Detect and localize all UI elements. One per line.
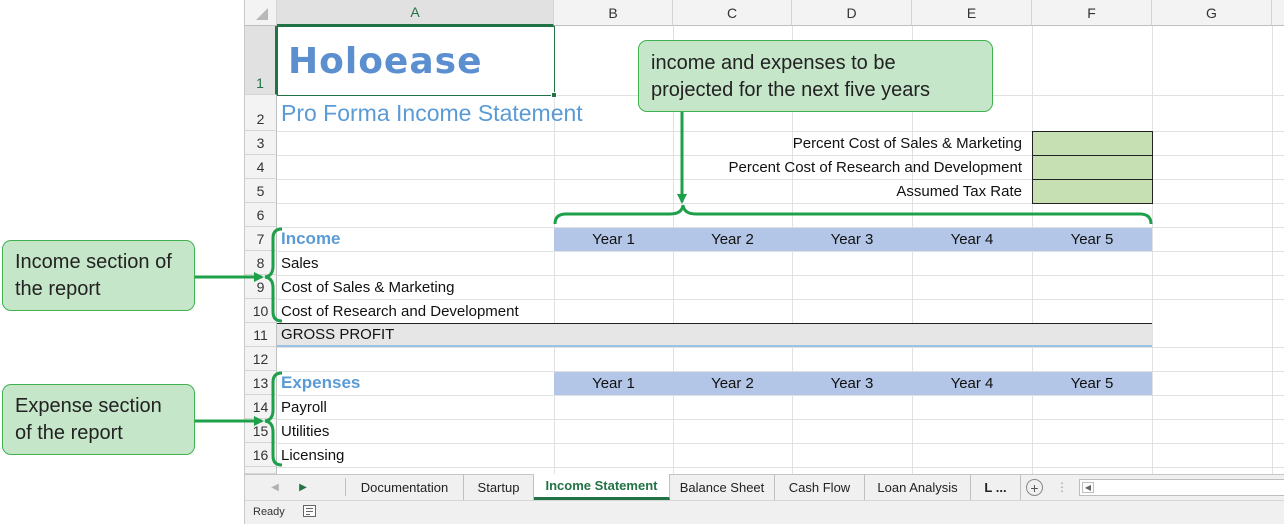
add-sheet-button[interactable]: + bbox=[1026, 479, 1043, 496]
callout-expense-text: Expense section of the report bbox=[15, 395, 162, 444]
page-title: Holoease bbox=[288, 40, 483, 82]
column-header-filler bbox=[1272, 0, 1284, 26]
tab-documentation[interactable]: Documentation bbox=[346, 474, 464, 500]
triangle-left-icon: ◀ bbox=[271, 481, 279, 493]
splitter-handle-icon[interactable]: ⋮ bbox=[1056, 477, 1068, 497]
macro-record-icon[interactable] bbox=[303, 505, 316, 517]
horizontal-scrollbar[interactable]: ◀ bbox=[1079, 479, 1284, 496]
row-header-12[interactable]: 12 bbox=[245, 347, 277, 371]
column-header-a[interactable]: A bbox=[277, 0, 554, 26]
row-header-13[interactable]: 13 bbox=[245, 371, 277, 395]
expense-year-4[interactable]: Year 4 bbox=[912, 372, 1032, 395]
expense-year-2[interactable]: Year 2 bbox=[673, 372, 792, 395]
status-ready: Ready bbox=[253, 506, 285, 518]
gridline-h bbox=[277, 347, 1284, 348]
row-header-6[interactable]: 6 bbox=[245, 203, 277, 227]
tab-cash-flow[interactable]: Cash Flow bbox=[775, 474, 865, 500]
expense-year-3[interactable]: Year 3 bbox=[792, 372, 912, 395]
scroll-tabs-right-button[interactable]: ▶ bbox=[293, 474, 313, 500]
column-header-c[interactable]: C bbox=[673, 0, 792, 26]
tab-balance-sheet[interactable]: Balance Sheet bbox=[670, 474, 775, 500]
column-header-g[interactable]: G bbox=[1152, 0, 1272, 26]
row-header-14[interactable]: 14 bbox=[245, 395, 277, 419]
tab-income-statement[interactable]: Income Statement bbox=[534, 474, 670, 500]
income-year-5[interactable]: Year 5 bbox=[1032, 228, 1152, 251]
assumption-label-tax-rate[interactable]: Assumed Tax Rate bbox=[555, 179, 1022, 203]
income-item-rnd[interactable]: Cost of Research and Development bbox=[281, 299, 553, 323]
income-year-4[interactable]: Year 4 bbox=[912, 228, 1032, 251]
callout-expense-section: Expense section of the report bbox=[2, 384, 195, 455]
expense-item-licensing[interactable]: Licensing bbox=[281, 443, 553, 467]
triangle-right-icon: ▶ bbox=[299, 481, 307, 493]
input-cell-sales-marketing-pct[interactable] bbox=[1032, 131, 1153, 156]
tab-more-sheets[interactable]: L ... bbox=[971, 474, 1021, 500]
scroll-tabs-left-button[interactable]: ◀ bbox=[265, 474, 285, 500]
expense-year-5[interactable]: Year 5 bbox=[1032, 372, 1152, 395]
row-header-10[interactable]: 10 bbox=[245, 299, 277, 323]
input-cell-rnd-pct[interactable] bbox=[1032, 155, 1153, 180]
income-year-2[interactable]: Year 2 bbox=[673, 228, 792, 251]
callout-projection-years: income and expenses to be projected for … bbox=[638, 40, 993, 112]
scroll-left-arrow-icon[interactable]: ◀ bbox=[1082, 482, 1094, 493]
column-header-b[interactable]: B bbox=[554, 0, 673, 26]
income-item-sales[interactable]: Sales bbox=[281, 251, 553, 275]
callout-projection-text: income and expenses to be projected for … bbox=[651, 52, 931, 101]
row-header-1[interactable]: 1 bbox=[245, 26, 277, 95]
expense-year-1[interactable]: Year 1 bbox=[554, 372, 673, 395]
gridline-h bbox=[277, 467, 1284, 468]
tab-loan-analysis[interactable]: Loan Analysis bbox=[865, 474, 971, 500]
column-header-e[interactable]: E bbox=[912, 0, 1032, 26]
row-header-9[interactable]: 9 bbox=[245, 275, 277, 299]
row-header-3[interactable]: 3 bbox=[245, 131, 277, 155]
gridline-v bbox=[1272, 26, 1273, 474]
gross-profit-label: GROSS PROFIT bbox=[281, 326, 395, 343]
row-header-filler bbox=[245, 467, 277, 474]
income-year-1[interactable]: Year 1 bbox=[554, 228, 673, 251]
select-all-corner[interactable] bbox=[245, 0, 277, 26]
income-year-3[interactable]: Year 3 bbox=[792, 228, 912, 251]
page-subtitle: Pro Forma Income Statement bbox=[281, 100, 583, 126]
expenses-heading[interactable]: Expenses bbox=[281, 371, 551, 395]
row-header-7[interactable]: 7 bbox=[245, 227, 277, 251]
assumption-label-rnd[interactable]: Percent Cost of Research and Development bbox=[555, 155, 1023, 179]
tab-startup[interactable]: Startup bbox=[464, 474, 534, 500]
expense-item-utilities[interactable]: Utilities bbox=[281, 419, 553, 443]
select-all-triangle-icon bbox=[255, 7, 268, 20]
input-cell-tax-rate[interactable] bbox=[1032, 179, 1153, 204]
expense-item-payroll[interactable]: Payroll bbox=[281, 395, 553, 419]
plus-icon: + bbox=[1030, 479, 1039, 496]
row-header-8[interactable]: 8 bbox=[245, 251, 277, 275]
row-header-4[interactable]: 4 bbox=[245, 155, 277, 179]
callout-income-section: Income section of the report bbox=[2, 240, 195, 311]
income-item-sales-marketing[interactable]: Cost of Sales & Marketing bbox=[281, 275, 553, 299]
status-bar bbox=[245, 500, 1284, 524]
row-header-5[interactable]: 5 bbox=[245, 179, 277, 203]
column-header-d[interactable]: D bbox=[792, 0, 912, 26]
callout-income-text: Income section of the report bbox=[15, 251, 172, 300]
cell-a1-title[interactable]: Holoease bbox=[277, 26, 555, 96]
row-header-16[interactable]: 16 bbox=[245, 443, 277, 467]
row-header-11[interactable]: 11 bbox=[245, 323, 277, 347]
column-header-f[interactable]: F bbox=[1032, 0, 1152, 26]
gridline-v bbox=[1152, 26, 1153, 474]
income-heading[interactable]: Income bbox=[281, 227, 551, 251]
assumption-label-sales-marketing[interactable]: Percent Cost of Sales & Marketing bbox=[555, 131, 1022, 155]
row-header-15[interactable]: 15 bbox=[245, 419, 277, 443]
row-header-2[interactable]: 2 bbox=[245, 95, 277, 131]
